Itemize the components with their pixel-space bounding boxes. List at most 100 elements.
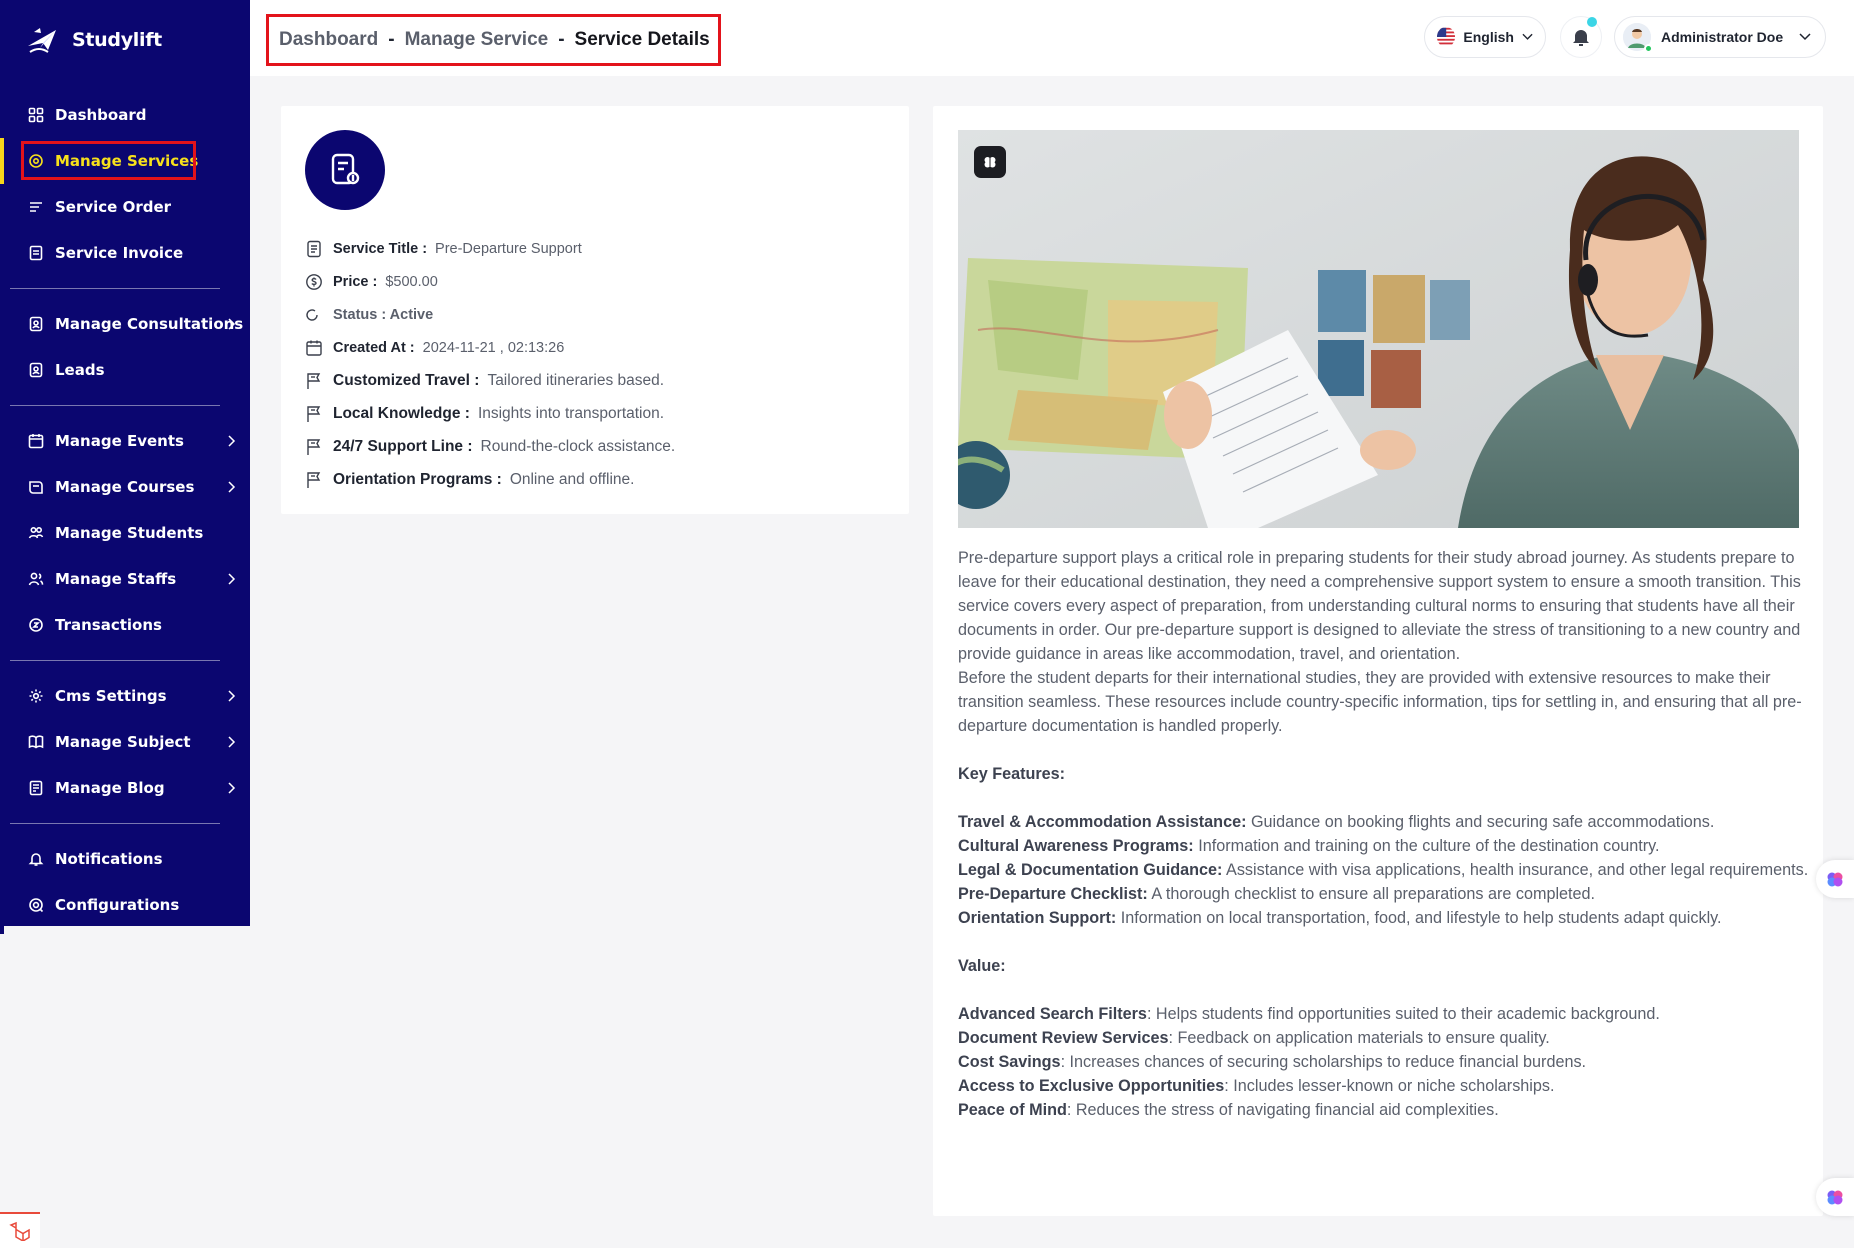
- sidebar-item-manage-events[interactable]: Manage Events: [0, 418, 250, 464]
- avatar: [1623, 23, 1653, 53]
- nav-divider: [10, 823, 220, 824]
- sidebar-item-manage-consultations[interactable]: Manage Consultations: [0, 301, 250, 347]
- price-value: $500.00: [385, 273, 438, 290]
- flag-icon: [305, 405, 323, 423]
- sidebar-item-label: Manage Students: [55, 524, 204, 542]
- dollar-icon: [305, 273, 323, 291]
- chevron-right-icon: [228, 782, 236, 794]
- app-name: Studylift: [72, 29, 162, 51]
- sidebar: Studylift Dashboard Manage Services Serv…: [0, 0, 250, 926]
- services-icon: [28, 153, 44, 169]
- value-item: Document Review Services: Feedback on ap…: [958, 1029, 1550, 1047]
- service-title-value: Pre-Departure Support: [435, 240, 582, 257]
- service-icon: [305, 130, 385, 210]
- feature-value: Online and offline.: [509, 470, 635, 488]
- value-item: Advanced Search Filters: Helps students …: [958, 1005, 1660, 1023]
- language-label: English: [1463, 29, 1514, 45]
- created-at-row: Created At : 2024-11-21 , 02:13:26: [305, 331, 895, 364]
- feature-row: 24/7 Support Line : Round-the-clock assi…: [305, 430, 895, 463]
- document-icon: [305, 240, 323, 258]
- nav-divider: [10, 288, 220, 289]
- chevron-right-icon: [228, 481, 236, 493]
- breadcrumb-separator: -: [388, 29, 395, 50]
- transactions-icon: [28, 617, 44, 633]
- sidebar-item-label: Leads: [55, 361, 105, 379]
- breadcrumb-current: Service Details: [574, 29, 710, 50]
- price-row: Price : $500.00: [305, 265, 895, 298]
- sidebar-item-label: Notifications: [55, 850, 163, 868]
- breadcrumb-separator: -: [558, 29, 565, 50]
- service-title-label: Service Title :: [333, 240, 428, 257]
- sidebar-item-label: Manage Services: [55, 152, 199, 170]
- ai-assist-button[interactable]: [974, 146, 1006, 178]
- ai-assistant-float-button-2[interactable]: [1816, 1178, 1854, 1216]
- sidebar-item-cms-settings[interactable]: Cms Settings: [0, 673, 250, 719]
- feature-value: Insights into transportation.: [477, 404, 665, 422]
- sidebar-item-manage-students[interactable]: Manage Students: [0, 510, 250, 556]
- sidebar-edge: [0, 926, 4, 934]
- loading-icon: [305, 306, 323, 324]
- sidebar-item-label: Manage Events: [55, 432, 184, 450]
- sidebar-item-label: Service Invoice: [55, 244, 184, 262]
- chevron-right-icon: [228, 690, 236, 702]
- flag-icon: [305, 372, 323, 390]
- value-item: Access to Exclusive Opportunities: Inclu…: [958, 1077, 1555, 1095]
- nav-divider: [10, 660, 220, 661]
- subject-icon: [28, 734, 44, 750]
- status-text: Status : Active: [333, 306, 434, 323]
- key-feature-item: Legal & Documentation Guidance: Assistan…: [958, 861, 1809, 879]
- sidebar-item-service-invoice[interactable]: Service Invoice: [0, 230, 250, 276]
- laravel-icon: [9, 1221, 30, 1241]
- staffs-icon: [28, 571, 44, 587]
- chevron-right-icon: [228, 736, 236, 748]
- order-icon: [28, 199, 44, 215]
- feature-row: Customized Travel : Tailored itineraries…: [305, 364, 895, 397]
- chevron-right-icon: [228, 318, 236, 330]
- language-selector[interactable]: English: [1424, 16, 1546, 58]
- service-info-card: Service Title : Pre-Departure Support Pr…: [281, 106, 909, 514]
- sidebar-item-service-order[interactable]: Service Order: [0, 184, 250, 230]
- leads-icon: [28, 362, 44, 378]
- chevron-right-icon: [228, 573, 236, 585]
- notification-button[interactable]: [1560, 16, 1602, 58]
- feature-value: Round-the-clock assistance.: [480, 437, 676, 455]
- sidebar-item-manage-blog[interactable]: Manage Blog: [0, 765, 250, 811]
- breadcrumb-dashboard[interactable]: Dashboard: [279, 29, 378, 51]
- debug-toolbar-toggle[interactable]: [0, 1212, 40, 1248]
- flag-icon: [305, 471, 323, 489]
- breadcrumb-manage-service[interactable]: Manage Service: [405, 29, 549, 51]
- sidebar-item-transactions[interactable]: Transactions: [0, 602, 250, 648]
- service-image: [958, 130, 1799, 528]
- brain-icon: [1827, 872, 1843, 887]
- bell-icon: [28, 851, 44, 867]
- feature-label: 24/7 Support Line :: [333, 437, 473, 455]
- sidebar-item-manage-courses[interactable]: Manage Courses: [0, 464, 250, 510]
- invoice-icon: [28, 245, 44, 261]
- sidebar-item-configurations[interactable]: Configurations: [0, 882, 250, 928]
- feature-label: Customized Travel :: [333, 371, 480, 389]
- description-paragraph: Pre-departure support plays a critical r…: [958, 549, 1801, 663]
- ai-assistant-float-button[interactable]: [1816, 860, 1854, 898]
- value-item: Peace of Mind: Reduces the stress of nav…: [958, 1101, 1499, 1119]
- top-bar: Dashboard - Manage Service - Service Det…: [250, 0, 1854, 76]
- brand-logo[interactable]: Studylift: [26, 22, 162, 58]
- sidebar-item-label: Manage Staffs: [55, 570, 177, 588]
- value-item: Cost Savings: Increases chances of secur…: [958, 1053, 1587, 1071]
- status-row: Status : Active: [305, 298, 895, 331]
- sidebar-item-manage-subject[interactable]: Manage Subject: [0, 719, 250, 765]
- sidebar-item-leads[interactable]: Leads: [0, 347, 250, 393]
- breadcrumb: Dashboard - Manage Service - Service Det…: [266, 14, 721, 66]
- service-photo: [958, 130, 1799, 528]
- feature-row: Orientation Programs : Online and offlin…: [305, 463, 895, 496]
- user-menu[interactable]: Administrator Doe: [1614, 16, 1826, 58]
- brain-icon: [984, 156, 996, 169]
- notification-dot: [1587, 17, 1597, 27]
- sidebar-item-label: Manage Blog: [55, 779, 165, 797]
- chevron-right-icon: [228, 435, 236, 447]
- sidebar-item-manage-staffs[interactable]: Manage Staffs: [0, 556, 250, 602]
- sidebar-item-label: Service Order: [55, 198, 172, 216]
- sidebar-item-label: Manage Consultations: [55, 315, 244, 333]
- sidebar-item-notifications[interactable]: Notifications: [0, 836, 250, 882]
- sidebar-item-dashboard[interactable]: Dashboard: [0, 92, 250, 138]
- sidebar-item-manage-services[interactable]: Manage Services: [0, 138, 250, 184]
